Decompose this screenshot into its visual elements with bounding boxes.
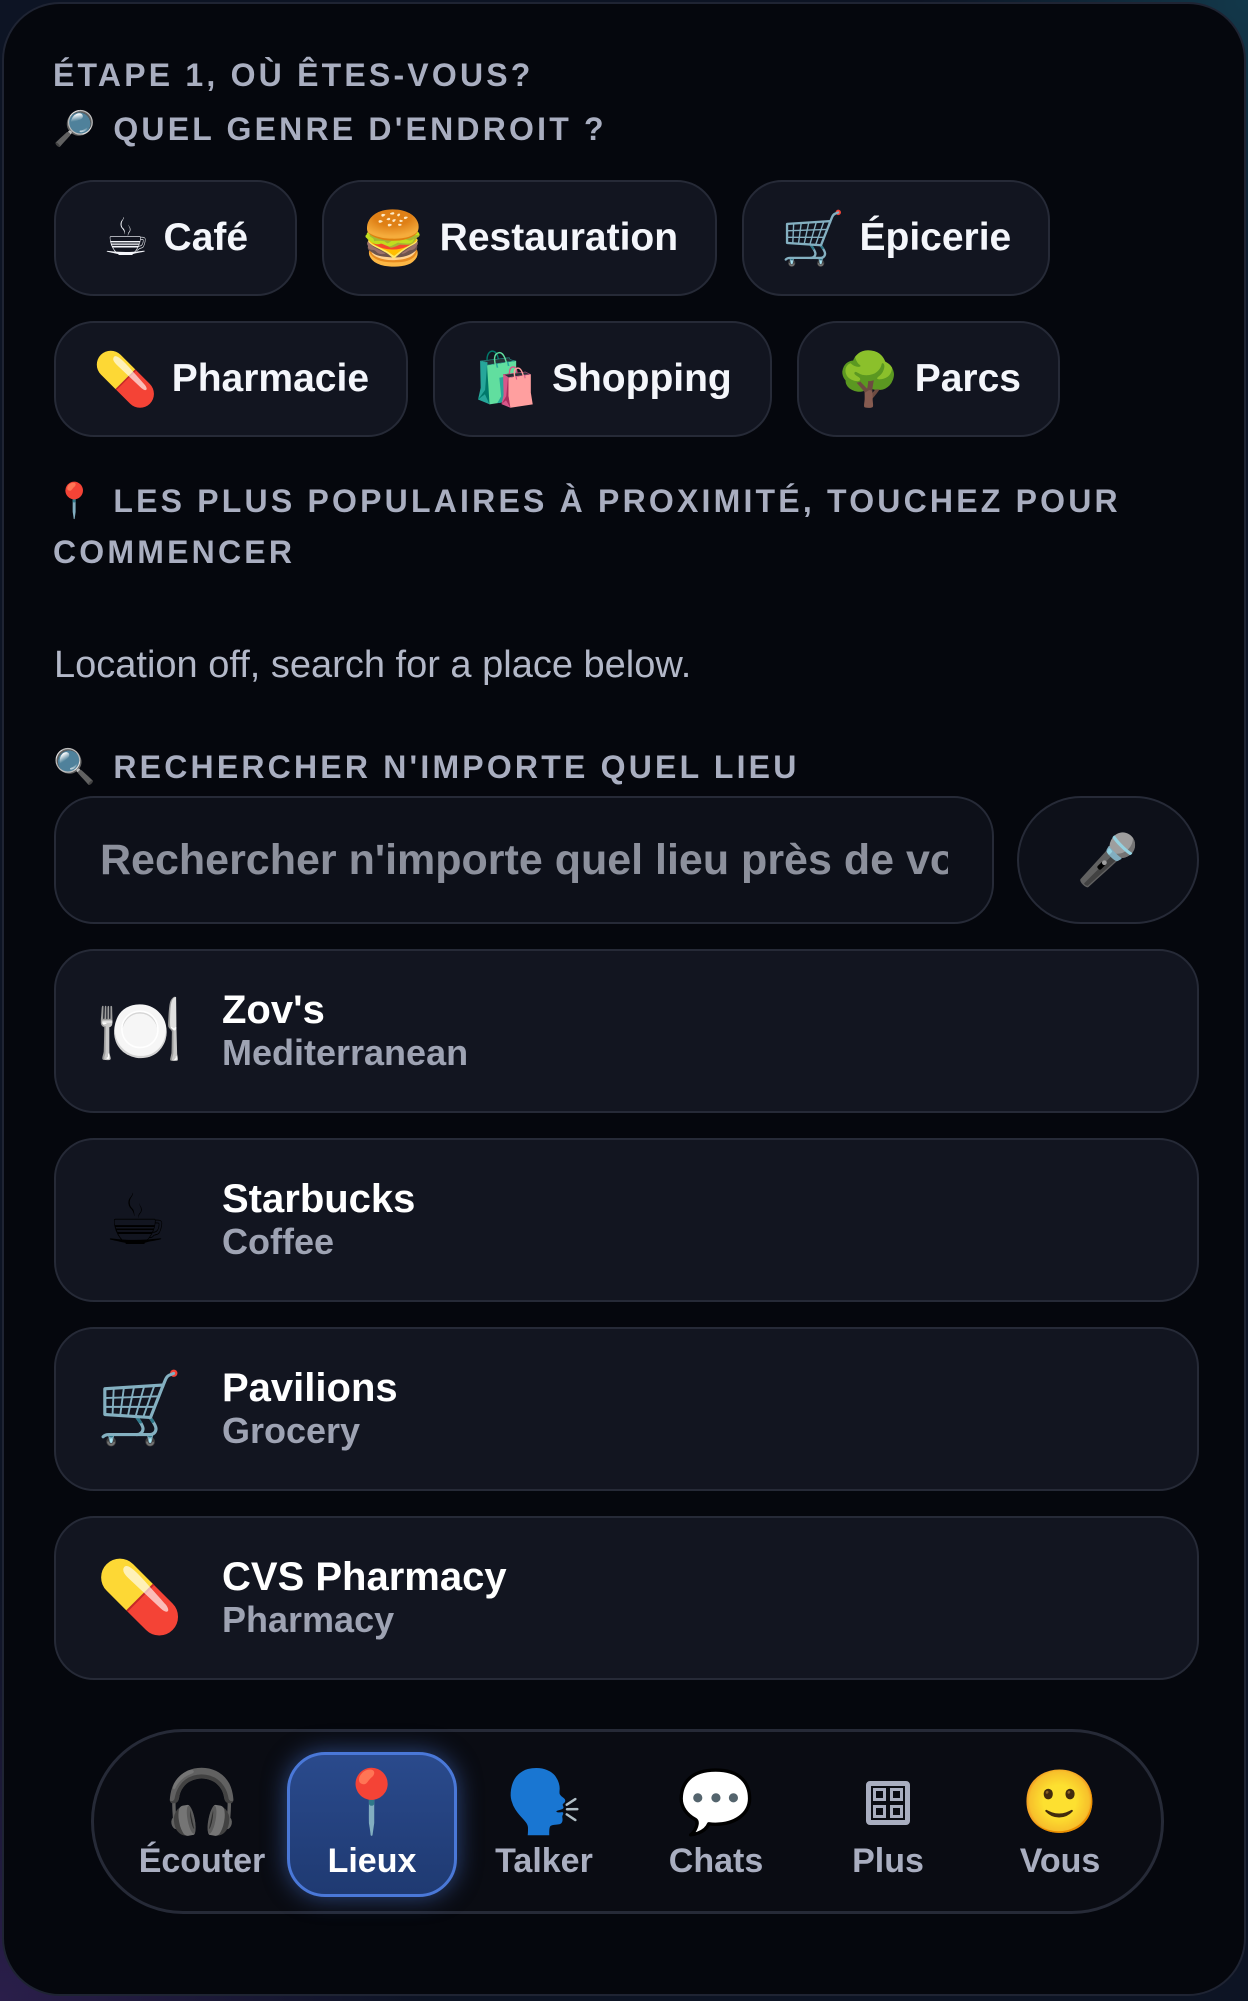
nav-label: Vous [1019, 1842, 1101, 1880]
microphone-icon: 🎤 [1076, 831, 1140, 888]
place-card-starbucks[interactable]: ☕ Starbucks Coffee [54, 1138, 1199, 1302]
pin-icon: 📍 [333, 1768, 411, 1837]
chip-label: Épicerie [859, 216, 1012, 259]
question-text: QUEL GENRE D'ENDROIT ? [113, 111, 607, 147]
category-chip-shopping[interactable]: 🛍️ Shopping [433, 321, 772, 437]
search-heading: 🔍 RECHERCHER N'IMPORTE QUEL LIEU [53, 742, 800, 793]
place-name: Zov's [222, 988, 325, 1032]
location-status: Location off, search for a place below. [54, 644, 692, 686]
place-name: Starbucks [222, 1177, 416, 1221]
nav-label: Écouter [138, 1842, 266, 1880]
popular-text: LES PLUS POPULAIRES À PROXIMITÉ, TOUCHEZ… [53, 483, 1121, 570]
cart-icon: 🛒 [96, 1369, 184, 1447]
nav-label: Talker [495, 1842, 593, 1880]
search-field[interactable] [54, 796, 994, 924]
pill-icon: 💊 [92, 350, 158, 409]
search-icon: 🔍 [53, 748, 96, 786]
category-chip-pharmacie[interactable]: 💊 Pharmacie [54, 321, 408, 437]
shopping-bags-icon: 🛍️ [473, 350, 538, 409]
nav-tab-chats[interactable]: 💬 Chats [631, 1752, 801, 1897]
nav-tab-vous[interactable]: 🙂 Vous [975, 1752, 1145, 1897]
app-screen: ÉTAPE 1, OÙ ÊTES-VOUS? 🔎 QUEL GENRE D'END… [2, 2, 1246, 1996]
search-input[interactable] [100, 835, 948, 885]
nav-tab-ecouter[interactable]: 🎧 Écouter [117, 1752, 287, 1897]
place-category: Coffee [222, 1221, 335, 1262]
question-heading: 🔎 QUEL GENRE D'ENDROIT ? [53, 104, 607, 155]
place-card-pavilions[interactable]: 🛒 Pavilions Grocery [54, 1327, 1199, 1491]
chip-label: Parcs [914, 357, 1021, 400]
nav-label: Chats [668, 1842, 764, 1880]
coffee-icon: ☕ [102, 209, 150, 267]
grid-icon [866, 1781, 910, 1825]
place-name: Pavilions [222, 1366, 398, 1410]
plate-icon: 🍽️ [96, 991, 184, 1069]
mic-button[interactable]: 🎤 [1017, 796, 1199, 924]
chip-label: Restauration [439, 216, 679, 259]
place-card-zovs[interactable]: 🍽️ Zov's Mediterranean [54, 949, 1199, 1113]
pill-icon: 💊 [96, 1558, 184, 1636]
nav-tab-lieux[interactable]: 📍 Lieux [287, 1752, 457, 1897]
bottom-nav: 🎧 Écouter 📍 Lieux 🗣️ Talker 💬 Chats Plus… [91, 1729, 1164, 1914]
headphones-icon: 🎧 [163, 1768, 241, 1837]
tree-icon: 🌳 [835, 350, 901, 409]
cart-icon: 🛒 [780, 209, 846, 268]
category-chip-restauration[interactable]: 🍔 Restauration [322, 180, 717, 296]
burger-icon: 🍔 [360, 209, 426, 268]
popular-heading: 📍 LES PLUS POPULAIRES À PROXIMITÉ, TOUCHE… [53, 476, 1183, 578]
nav-label: Lieux [327, 1842, 417, 1880]
category-chip-parcs[interactable]: 🌳 Parcs [797, 321, 1060, 437]
place-category: Grocery [222, 1410, 361, 1451]
step-title: ÉTAPE 1, OÙ ÊTES-VOUS? [53, 57, 534, 93]
category-chip-epicerie[interactable]: 🛒 Épicerie [742, 180, 1050, 296]
coffee-icon: ☕ [104, 1181, 168, 1259]
nav-label: Plus [852, 1842, 924, 1880]
magnifier-icon: 🔎 [53, 110, 96, 148]
smiley-icon: 🙂 [1021, 1768, 1099, 1837]
search-heading-text: RECHERCHER N'IMPORTE QUEL LIEU [113, 749, 800, 785]
nav-tab-plus[interactable]: Plus [803, 1752, 973, 1897]
category-chip-cafe[interactable]: ☕ Café [54, 180, 297, 296]
place-card-cvs[interactable]: 💊 CVS Pharmacy Pharmacy [54, 1516, 1199, 1680]
speech-bubble-icon: 💬 [677, 1768, 755, 1837]
chip-label: Café [163, 216, 249, 259]
nav-tab-talker[interactable]: 🗣️ Talker [459, 1752, 629, 1897]
chip-label: Pharmacie [171, 357, 370, 400]
place-category: Mediterranean [222, 1032, 469, 1073]
place-name: CVS Pharmacy [222, 1555, 507, 1599]
chip-label: Shopping [551, 357, 732, 400]
speaking-head-icon: 🗣️ [505, 1768, 583, 1837]
pin-icon: 📍 [53, 482, 96, 520]
place-category: Pharmacy [222, 1599, 395, 1640]
